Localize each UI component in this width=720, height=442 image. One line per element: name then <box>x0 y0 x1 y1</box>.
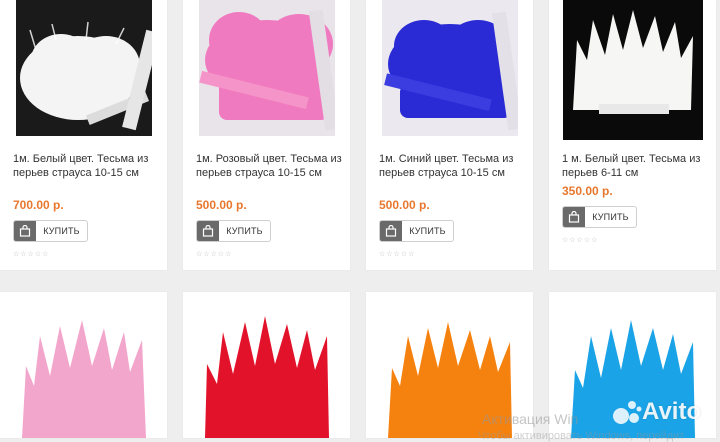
shopping-bag-icon <box>380 221 402 241</box>
buy-button-label: КУПИТЬ <box>592 212 629 222</box>
avito-logo-text: Avito <box>642 398 702 425</box>
product-title[interactable]: 1м. Розовый цвет. Тесьма из перьев страу… <box>196 152 344 180</box>
shopping-bag-icon <box>14 221 36 241</box>
buy-button-label: КУПИТЬ <box>226 226 263 236</box>
product-title[interactable]: 1м. Белый цвет. Тесьма из перьев страуса… <box>13 152 161 180</box>
rating-stars[interactable]: ☆☆☆☆☆ <box>379 250 415 258</box>
product-image[interactable] <box>382 0 518 136</box>
avito-logo: Avito <box>612 398 701 426</box>
product-card[interactable]: 1м. Синий цвет. Тесьма из перьев страуса… <box>366 0 533 270</box>
product-title[interactable]: 1 м. Белый цвет. Тесьма из перьев 6-11 с… <box>562 152 710 180</box>
product-price: 350.00 р. <box>562 184 613 198</box>
buy-button[interactable]: КУПИТЬ <box>196 220 271 242</box>
product-image[interactable] <box>16 0 152 136</box>
shopping-bag-icon <box>197 221 219 241</box>
product-image[interactable] <box>563 0 703 140</box>
product-price: 500.00 р. <box>379 198 430 212</box>
buy-button[interactable]: КУПИТЬ <box>562 206 637 228</box>
avito-dots-icon <box>613 401 642 424</box>
buy-button[interactable]: КУПИТЬ <box>379 220 454 242</box>
product-price: 700.00 р. <box>13 198 64 212</box>
windows-activation-hint: Чтобы активировать Windows, перейдит <box>478 430 685 442</box>
windows-activation-watermark: Активация Win <box>482 411 579 427</box>
buy-button[interactable]: КУПИТЬ <box>13 220 88 242</box>
product-price: 500.00 р. <box>196 198 247 212</box>
product-card[interactable]: 1м. Белый цвет. Тесьма из перьев страуса… <box>0 0 167 270</box>
product-card[interactable] <box>183 292 350 438</box>
product-card[interactable]: 1 м. Белый цвет. Тесьма из перьев 6-11 с… <box>549 0 716 270</box>
product-card[interactable] <box>0 292 167 438</box>
buy-button-label: КУПИТЬ <box>43 226 80 236</box>
rating-stars[interactable]: ☆☆☆☆☆ <box>562 236 598 244</box>
product-image[interactable] <box>199 0 335 136</box>
product-card[interactable]: 1м. Розовый цвет. Тесьма из перьев страу… <box>183 0 350 270</box>
rating-stars[interactable]: ☆☆☆☆☆ <box>13 250 49 258</box>
rating-stars[interactable]: ☆☆☆☆☆ <box>196 250 232 258</box>
product-image[interactable] <box>16 306 152 438</box>
product-title[interactable]: 1м. Синий цвет. Тесьма из перьев страуса… <box>379 152 527 180</box>
buy-button-label: КУПИТЬ <box>409 226 446 236</box>
product-image[interactable] <box>199 306 335 438</box>
shopping-bag-icon <box>563 207 585 227</box>
